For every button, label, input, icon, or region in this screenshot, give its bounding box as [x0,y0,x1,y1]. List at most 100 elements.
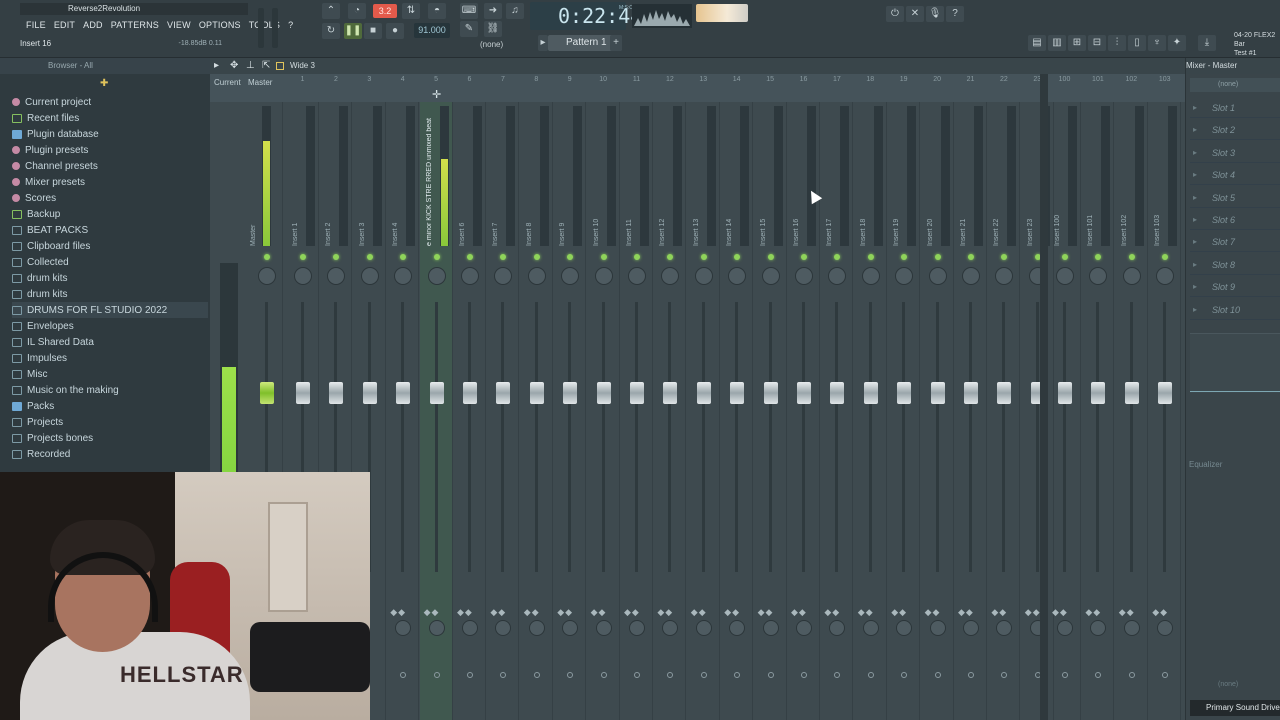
strip-pan-knob[interactable] [895,267,914,285]
strip-pan-knob[interactable] [962,267,980,285]
mixer-strip[interactable]: 15 Insert 15 ◆◆ [754,76,787,720]
time-display[interactable]: 0:22:44 [530,2,642,30]
menu-item-file[interactable]: FILE [22,18,50,32]
strip-pan-knob[interactable] [694,267,713,285]
strip-route-dot[interactable] [500,672,507,678]
browser-item[interactable]: Backup [12,206,208,222]
strip-volume-fader[interactable] [563,382,578,404]
browser-header[interactable]: Browser - All [0,58,210,74]
strip-volume-fader[interactable] [1091,382,1106,404]
strip-pan-knob[interactable] [1056,267,1074,285]
strip-send-knob[interactable] [1090,620,1107,636]
browser-item[interactable]: Scores [12,190,208,206]
audio-output-select[interactable]: (none) [1190,678,1280,692]
menu-item-options[interactable]: OPTIONS [195,18,245,32]
mixer-square-icon[interactable] [276,62,284,70]
strip-enable-led[interactable] [634,254,640,260]
fx-slot[interactable]: ▸ Slot 5 [1190,188,1280,208]
strip-enable-led[interactable] [801,254,807,260]
strip-route-arrows-icon[interactable]: ◆◆ [691,607,715,619]
strip-volume-fader[interactable] [997,382,1012,404]
wrench-icon[interactable]: ✦ [1168,35,1186,51]
strip-route-arrows-icon[interactable]: ◆◆ [958,607,982,619]
strip-volume-fader[interactable] [863,382,878,404]
strip-send-knob[interactable] [729,620,746,636]
strip-route-arrows-icon[interactable]: ◆◆ [424,607,448,619]
strip-enable-led[interactable] [700,254,707,260]
mixer-preset-label[interactable]: Wide 3 [290,58,315,74]
mixer-pin-icon[interactable]: ⊥ [246,58,255,74]
strip-route-dot[interactable] [734,672,741,678]
master-volume-slider[interactable] [258,8,264,48]
strip-enable-led[interactable] [968,254,974,260]
loop-record-icon[interactable]: ↻ [322,23,340,39]
mixer-strip[interactable]: 11 Insert 11 ◆◆ [620,76,653,720]
tempo-display[interactable]: 91.000 [414,23,450,38]
strip-route-arrows-icon[interactable]: ◆◆ [490,607,514,619]
menu-item-view[interactable]: VIEW [163,18,195,32]
pencil-icon[interactable]: ✎ [460,21,478,37]
strip-volume-fader[interactable] [730,382,745,404]
strip-route-dot[interactable] [1162,672,1169,678]
browser-item[interactable]: Collected [12,254,208,270]
mixer-strip[interactable]: 4 Insert 4 ◆◆ [386,76,420,720]
snap-select[interactable]: (none) [480,40,503,49]
strip-pan-knob[interactable] [661,267,680,285]
strip-route-arrows-icon[interactable]: ◆◆ [1052,607,1076,619]
power-icon[interactable]: ⏻ [886,6,904,22]
fx-slot-arrow-icon[interactable]: ▸ [1193,255,1197,275]
strip-route-dot[interactable] [934,672,941,678]
strip-enable-led[interactable] [1162,254,1169,260]
strip-enable-led[interactable] [567,254,574,260]
browser-item[interactable]: Recorded [12,446,208,462]
plugin-tool-icon[interactable]: ✕ [906,6,924,22]
mixer-strip[interactable]: 13 Insert 13 ◆◆ [687,76,720,720]
fx-slot[interactable]: ▸ Slot 6 [1190,210,1280,230]
strip-send-knob[interactable] [629,620,645,636]
mixer-strip[interactable]: 6 Insert 6 ◆◆ [453,76,486,720]
strip-enable-led[interactable] [834,254,841,260]
strip-volume-fader[interactable] [630,382,644,404]
mixer-tool-icon[interactable]: ✥ [230,58,238,74]
metronome-icon[interactable]: ◔ [348,3,366,19]
master-pitch-slider[interactable] [272,8,278,48]
browser-item[interactable]: Plugin database [12,126,208,142]
mixer-strip[interactable]: 7 Insert 7 ◆◆ [486,76,520,720]
strip-route-arrows-icon[interactable]: ◆◆ [724,607,748,619]
strip-send-knob[interactable] [495,620,512,636]
strip-volume-fader[interactable] [1158,382,1173,404]
strip-route-dot[interactable] [600,672,607,678]
fx-slot-arrow-icon[interactable]: ▸ [1193,210,1197,230]
browser-item[interactable]: DRUMS FOR FL STUDIO 2022 [12,302,208,318]
mixer-strip[interactable]: 102 Insert 102 ◆◆ [1115,76,1148,720]
plugin-picker-icon[interactable]: ♆ [1148,35,1166,51]
strip-route-dot[interactable] [700,672,707,678]
mixer-strip[interactable]: 9 Insert 9 ◆◆ [553,76,587,720]
strip-pan-knob[interactable] [394,267,413,285]
strip-volume-fader[interactable] [329,382,344,404]
mixer-menu-icon[interactable]: ▸ [214,58,219,74]
microphone-icon[interactable]: 🎙 [926,6,944,22]
menu-item-edit[interactable]: EDIT [50,18,79,32]
strip-enable-led[interactable] [400,254,407,260]
strip-pan-knob[interactable] [761,267,780,285]
strip-volume-fader[interactable] [362,382,377,404]
mixer-icon[interactable]: ⫶ [1108,35,1126,51]
mixer-strip[interactable]: 12 Insert 12 ◆◆ [653,76,687,720]
strip-route-arrows-icon[interactable]: ◆◆ [991,607,1015,619]
strip-route-arrows-icon[interactable]: ◆◆ [657,607,681,619]
strip-pan-knob[interactable] [427,267,446,285]
strip-route-dot[interactable] [467,672,473,678]
pattern-add-icon[interactable]: + [610,35,622,51]
fx-slot-arrow-icon[interactable]: ▸ [1193,277,1197,297]
strip-send-knob[interactable] [395,620,412,636]
strip-enable-led[interactable] [934,254,941,260]
strip-volume-fader[interactable] [663,382,678,404]
mixer-strip[interactable]: 22 Insert 22 ◆◆ [987,76,1021,720]
mixer-divider[interactable] [1040,74,1048,720]
browser-item[interactable]: Plugin presets [12,142,208,158]
strip-route-dot[interactable] [567,672,574,678]
strip-route-dot[interactable] [667,672,674,678]
blend-notes-icon[interactable]: ◓ [428,3,446,19]
pause-button[interactable]: ❚❚ [344,23,362,39]
